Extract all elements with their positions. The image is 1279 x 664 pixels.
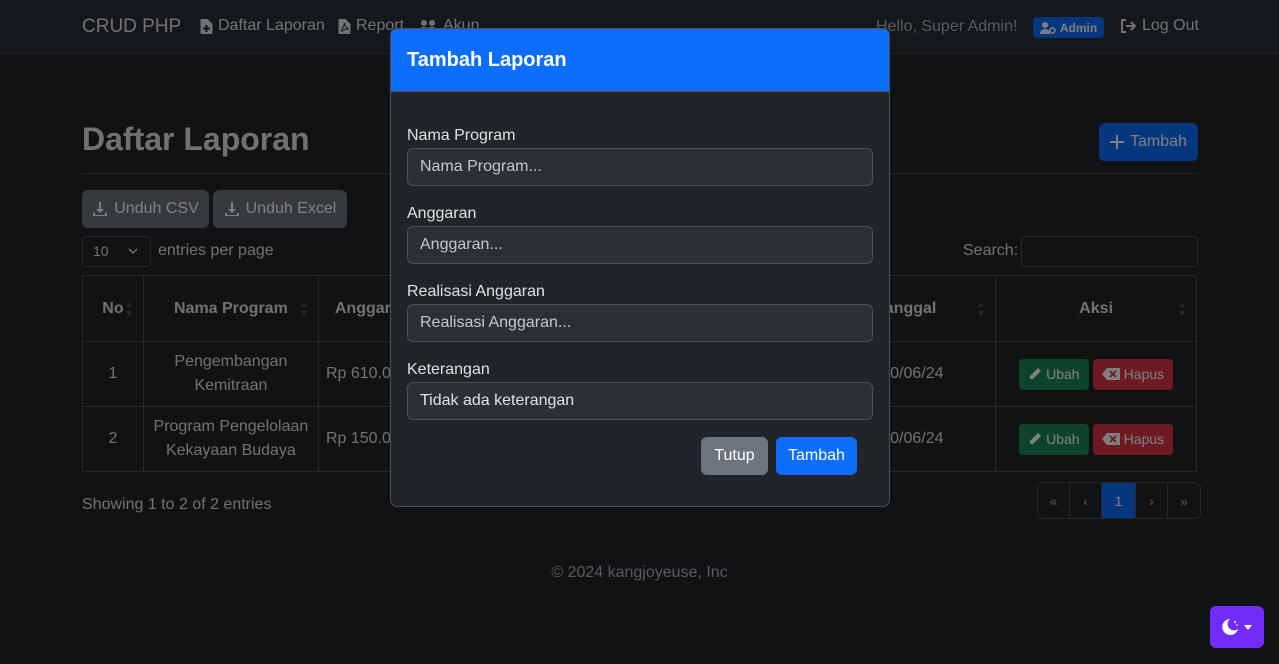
anggaran-input[interactable]: Anggaran... xyxy=(407,226,873,264)
realisasi-input[interactable]: Realisasi Anggaran... xyxy=(407,304,873,342)
realisasi-placeholder: Realisasi Anggaran... xyxy=(420,314,572,331)
moon-stars-icon xyxy=(1222,619,1238,635)
keterangan-value: Tidak ada keterangan xyxy=(420,392,575,409)
field-label-realisasi: Realisasi Anggaran xyxy=(407,283,545,300)
field-label-keterangan: Keterangan xyxy=(407,361,490,378)
keterangan-input[interactable]: Tidak ada keterangan xyxy=(407,382,873,420)
close-button[interactable]: Tutup xyxy=(701,437,768,475)
caret-down-icon xyxy=(1244,624,1252,630)
add-report-modal: Tambah Laporan Nama Program Nama Program… xyxy=(390,28,890,507)
field-label-anggaran: Anggaran xyxy=(407,205,477,222)
submit-button[interactable]: Tambah xyxy=(776,437,857,475)
program-name-input[interactable]: Nama Program... xyxy=(407,148,873,186)
field-label-program: Nama Program xyxy=(407,127,516,144)
anggaran-placeholder: Anggaran... xyxy=(420,236,503,253)
theme-toggle-button[interactable] xyxy=(1210,606,1264,648)
modal-title: Tambah Laporan xyxy=(391,29,889,92)
program-name-placeholder: Nama Program... xyxy=(420,158,542,175)
